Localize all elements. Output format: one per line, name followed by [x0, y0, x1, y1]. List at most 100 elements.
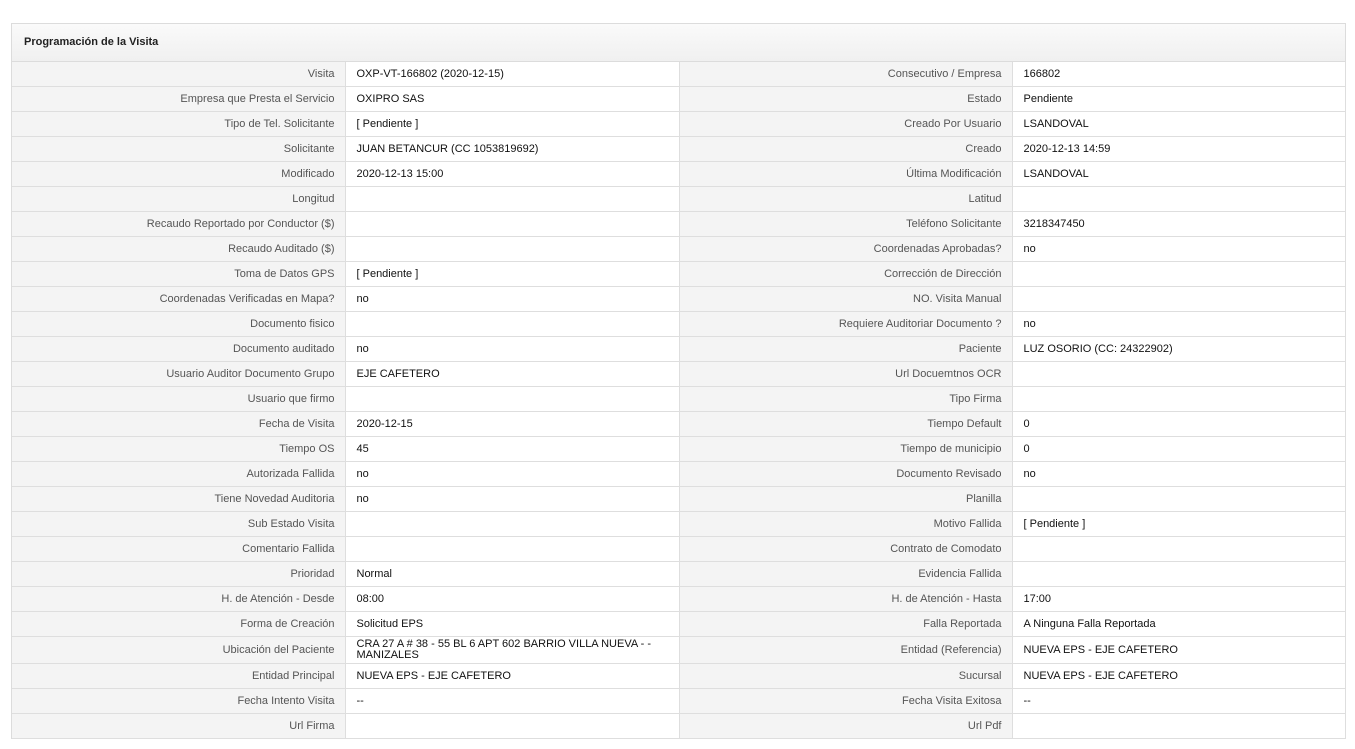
field-label-left: Coordenadas Verificadas en Mapa?: [12, 286, 345, 312]
field-label-right: Entidad (Referencia): [679, 636, 1012, 664]
field-label-right: Latitud: [679, 186, 1012, 212]
field-value-left: 2020-12-13 15:00: [344, 161, 680, 187]
field-label-left: Fecha de Visita: [12, 411, 345, 437]
field-value-left: no: [344, 286, 680, 312]
field-label-right: Sucursal: [679, 663, 1012, 689]
field-value-right: 0: [1011, 436, 1346, 462]
detail-rows: Visita OXP-VT-166802 (2020-12-15) Consecut…: [12, 62, 1346, 739]
table-row: Documento fisico Requiere Auditoriar Docu…: [12, 311, 1346, 337]
field-value-right: no: [1011, 311, 1346, 337]
field-value-right: 3218347450: [1011, 211, 1346, 237]
field-label-right: Url Docuemtnos OCR: [679, 361, 1012, 387]
table-row: Visita OXP-VT-166802 (2020-12-15) Consecut…: [12, 62, 1346, 87]
field-label-right: Creado: [679, 136, 1012, 162]
field-value-left: [ Pendiente ]: [344, 261, 680, 287]
field-value-left: OXP-VT-166802 (2020-12-15): [344, 62, 680, 87]
table-row: Url Firma Url Pdf: [12, 713, 1346, 739]
field-label-right: Estado: [679, 86, 1012, 112]
table-row: Longitud Latitud: [12, 186, 1346, 212]
field-label-left: Entidad Principal: [12, 663, 345, 689]
table-row: Solicitante JUAN BETANCUR (CC 1053819692)…: [12, 136, 1346, 162]
field-label-left: Comentario Fallida: [12, 536, 345, 562]
field-label-right: Tipo Firma: [679, 386, 1012, 412]
field-value-left: no: [344, 461, 680, 487]
field-value-left: no: [344, 486, 680, 512]
field-label-left: Ubicación del Paciente: [12, 636, 345, 664]
table-row: Entidad Principal NUEVA EPS - EJE CAFETER…: [12, 663, 1346, 689]
field-label-left: Longitud: [12, 186, 345, 212]
field-value-right: [1011, 186, 1346, 212]
field-value-right: LSANDOVAL: [1011, 161, 1346, 187]
table-row: Sub Estado Visita Motivo Fallida[ Pendien…: [12, 511, 1346, 537]
field-value-left: 2020-12-15: [344, 411, 680, 437]
field-label-right: Contrato de Comodato: [679, 536, 1012, 562]
table-row: Autorizada Fallida no Documento Revisado …: [12, 461, 1346, 487]
field-label-left: Tiempo OS: [12, 436, 345, 462]
table-row: H. de Atención - Desde 08:00 H. de Atenció…: [12, 586, 1346, 612]
field-label-left: Solicitante: [12, 136, 345, 162]
field-value-right: 0: [1011, 411, 1346, 437]
table-row: Comentario Fallida Contrato de Comodato: [12, 536, 1346, 562]
field-value-right: --: [1011, 688, 1346, 714]
field-value-right: A Ninguna Falla Reportada: [1011, 611, 1346, 637]
field-value-right: [1011, 486, 1346, 512]
field-value-right: [ Pendiente ]: [1011, 511, 1346, 537]
field-label-right: Evidencia Fallida: [679, 561, 1012, 587]
field-value-right: [1011, 713, 1346, 739]
table-row: Usuario que firmo Tipo Firma: [12, 386, 1346, 412]
field-label-right: Falla Reportada: [679, 611, 1012, 637]
field-label-right: H. de Atención - Hasta: [679, 586, 1012, 612]
field-value-left: [344, 536, 680, 562]
field-value-left: [344, 511, 680, 537]
field-label-right: Requiere Auditoriar Documento ?: [679, 311, 1012, 337]
field-value-right: no: [1011, 236, 1346, 262]
field-label-left: Usuario Auditor Documento Grupo: [12, 361, 345, 387]
field-label-left: Recaudo Reportado por Conductor ($): [12, 211, 345, 237]
table-row: Ubicación del Paciente CRA 27 A # 38 - 55…: [12, 636, 1346, 664]
field-value-left: --: [344, 688, 680, 714]
field-label-right: Motivo Fallida: [679, 511, 1012, 537]
table-row: Recaudo Reportado por Conductor ($) Teléf…: [12, 211, 1346, 237]
field-value-right: LSANDOVAL: [1011, 111, 1346, 137]
field-label-left: Documento auditado: [12, 336, 345, 362]
field-value-right: LUZ OSORIO (CC: 24322902): [1011, 336, 1346, 362]
field-label-right: Tiempo Default: [679, 411, 1012, 437]
field-value-left: Normal: [344, 561, 680, 587]
field-label-right: Teléfono Solicitante: [679, 211, 1012, 237]
field-label-left: Usuario que firmo: [12, 386, 345, 412]
field-label-left: Recaudo Auditado ($): [12, 236, 345, 262]
field-label-left: Tiene Novedad Auditoria: [12, 486, 345, 512]
field-label-right: Url Pdf: [679, 713, 1012, 739]
table-row: Usuario Auditor Documento Grupo EJE CAFET…: [12, 361, 1346, 387]
table-row: Prioridad Normal Evidencia Fallida: [12, 561, 1346, 587]
field-label-left: Url Firma: [12, 713, 345, 739]
field-label-left: Tipo de Tel. Solicitante: [12, 111, 345, 137]
field-value-right: Pendiente: [1011, 86, 1346, 112]
table-row: Coordenadas Verificadas en Mapa? no NO. V…: [12, 286, 1346, 312]
field-value-right: [1011, 261, 1346, 287]
field-label-right: Paciente: [679, 336, 1012, 362]
field-label-left: Modificado: [12, 161, 345, 187]
field-value-right: [1011, 286, 1346, 312]
field-value-left: [344, 713, 680, 739]
field-label-right: Coordenadas Aprobadas?: [679, 236, 1012, 262]
field-value-left: EJE CAFETERO: [344, 361, 680, 387]
field-label-right: Última Modificación: [679, 161, 1012, 187]
field-label-left: Toma de Datos GPS: [12, 261, 345, 287]
table-row: Tipo de Tel. Solicitante[ Pendiente ] Cre…: [12, 111, 1346, 137]
table-row: Fecha de Visita 2020-12-15 Tiempo Default…: [12, 411, 1346, 437]
field-value-right: 17:00: [1011, 586, 1346, 612]
field-label-left: Empresa que Presta el Servicio: [12, 86, 345, 112]
table-row: Recaudo Auditado ($) Coordenadas Aprobada…: [12, 236, 1346, 262]
field-label-left: Visita: [12, 62, 345, 87]
field-value-left: [344, 236, 680, 262]
field-label-right: Fecha Visita Exitosa: [679, 688, 1012, 714]
table-row: Documento auditado no Paciente LUZ OSORIO …: [12, 336, 1346, 362]
field-label-right: Consecutivo / Empresa: [679, 62, 1012, 87]
table-row: Toma de Datos GPS[ Pendiente ] Corrección…: [12, 261, 1346, 287]
field-value-right: NUEVA EPS - EJE CAFETERO: [1011, 636, 1346, 664]
field-value-right: [1011, 536, 1346, 562]
field-label-left: Autorizada Fallida: [12, 461, 345, 487]
field-value-right: [1011, 386, 1346, 412]
field-value-left: [ Pendiente ]: [344, 111, 680, 137]
